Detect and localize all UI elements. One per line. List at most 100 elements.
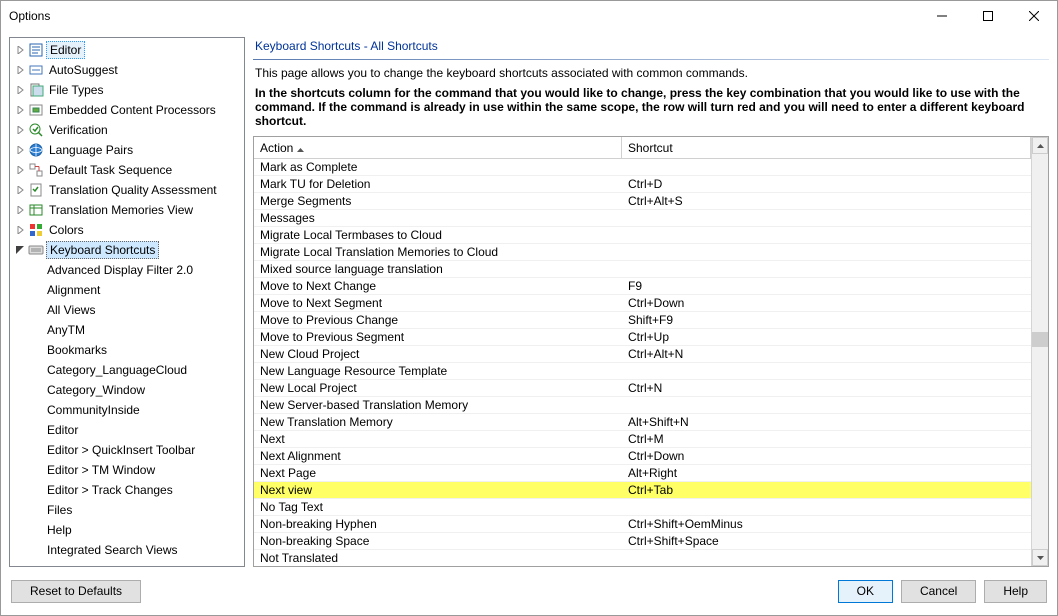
category-tree[interactable]: EditorAutoSuggestFile TypesEmbedded Cont… <box>9 37 245 567</box>
cell-shortcut[interactable]: Ctrl+Alt+S <box>622 194 1031 208</box>
minimize-button[interactable] <box>919 1 965 31</box>
tree-item[interactable]: Colors <box>10 220 244 240</box>
tree-subitem-label: AnyTM <box>44 322 88 338</box>
table-row[interactable]: New Local ProjectCtrl+N <box>254 380 1031 397</box>
tree-item[interactable]: Language Pairs <box>10 140 244 160</box>
close-button[interactable] <box>1011 1 1057 31</box>
filetypes-icon <box>28 82 44 98</box>
tree-item[interactable]: Keyboard Shortcuts <box>10 240 244 260</box>
cell-shortcut[interactable]: Shift+F9 <box>622 313 1031 327</box>
cell-shortcut[interactable]: Alt+Shift+N <box>622 415 1031 429</box>
table-row[interactable]: New Language Resource Template <box>254 363 1031 380</box>
vertical-scrollbar[interactable] <box>1031 137 1048 566</box>
chevron-right-icon[interactable] <box>14 44 26 56</box>
reset-defaults-button[interactable]: Reset to Defaults <box>11 580 141 603</box>
cell-shortcut[interactable]: Ctrl+M <box>622 432 1031 446</box>
table-row[interactable]: Merge SegmentsCtrl+Alt+S <box>254 193 1031 210</box>
table-row[interactable]: Next AlignmentCtrl+Down <box>254 448 1031 465</box>
table-row[interactable]: Next PageAlt+Right <box>254 465 1031 482</box>
column-header-shortcut[interactable]: Shortcut <box>622 137 1031 158</box>
tree-item[interactable]: Editor <box>10 40 244 60</box>
tree-item[interactable]: Default Task Sequence <box>10 160 244 180</box>
cell-shortcut[interactable]: Ctrl+Alt+N <box>622 347 1031 361</box>
tree-subitem-label: Editor > Track Changes <box>44 482 176 498</box>
cell-shortcut[interactable]: F9 <box>622 279 1031 293</box>
help-button[interactable]: Help <box>984 580 1047 603</box>
tree-item[interactable]: Embedded Content Processors <box>10 100 244 120</box>
table-row[interactable]: New Server-based Translation Memory <box>254 397 1031 414</box>
tree-subitem[interactable]: Editor > TM Window <box>10 460 244 480</box>
cell-action: New Translation Memory <box>254 415 622 429</box>
tree-item[interactable]: Verification <box>10 120 244 140</box>
tree-subitem[interactable]: Help <box>10 520 244 540</box>
tree-subitem[interactable]: Files <box>10 500 244 520</box>
tree-subitem[interactable]: Advanced Display Filter 2.0 <box>10 260 244 280</box>
table-row[interactable]: Mark as Complete <box>254 159 1031 176</box>
table-row[interactable]: Mixed source language translation <box>254 261 1031 278</box>
cell-shortcut[interactable]: Ctrl+Shift+Space <box>622 534 1031 548</box>
table-row[interactable]: NextCtrl+M <box>254 431 1031 448</box>
table-row[interactable]: Migrate Local Termbases to Cloud <box>254 227 1031 244</box>
tree-subitem[interactable]: Editor <box>10 420 244 440</box>
tree-subitem[interactable]: Integrated Search Views <box>10 540 244 560</box>
cell-shortcut[interactable]: Ctrl+Up <box>622 330 1031 344</box>
chevron-down-icon[interactable] <box>14 244 26 256</box>
chevron-right-icon[interactable] <box>14 204 26 216</box>
column-header-action[interactable]: Action <box>254 137 622 158</box>
chevron-right-icon[interactable] <box>14 64 26 76</box>
table-row[interactable]: Non-breaking HyphenCtrl+Shift+OemMinus <box>254 516 1031 533</box>
chevron-right-icon[interactable] <box>14 104 26 116</box>
tree-subitem[interactable]: All Views <box>10 300 244 320</box>
scroll-down-button[interactable] <box>1032 549 1048 566</box>
chevron-right-icon[interactable] <box>14 144 26 156</box>
tree-subitem[interactable]: AnyTM <box>10 320 244 340</box>
chevron-right-icon[interactable] <box>14 184 26 196</box>
scroll-thumb[interactable] <box>1032 332 1048 347</box>
table-row[interactable]: Messages <box>254 210 1031 227</box>
table-row[interactable]: Migrate Local Translation Memories to Cl… <box>254 244 1031 261</box>
cell-shortcut[interactable]: Ctrl+D <box>622 177 1031 191</box>
tree-item[interactable]: AutoSuggest <box>10 60 244 80</box>
table-row[interactable]: Move to Previous SegmentCtrl+Up <box>254 329 1031 346</box>
cell-action: Migrate Local Termbases to Cloud <box>254 228 622 242</box>
maximize-button[interactable] <box>965 1 1011 31</box>
table-row[interactable]: Non-breaking SpaceCtrl+Shift+Space <box>254 533 1031 550</box>
chevron-right-icon[interactable] <box>14 164 26 176</box>
cell-action: New Cloud Project <box>254 347 622 361</box>
ok-button[interactable]: OK <box>838 580 893 603</box>
table-row[interactable]: Move to Previous ChangeShift+F9 <box>254 312 1031 329</box>
tree-item[interactable]: File Types <box>10 80 244 100</box>
tree-subitem[interactable]: Alignment <box>10 280 244 300</box>
tree-item[interactable]: Translation Quality Assessment <box>10 180 244 200</box>
tree-subitem[interactable]: Editor > QuickInsert Toolbar <box>10 440 244 460</box>
tree-subitem[interactable]: CommunityInside <box>10 400 244 420</box>
tree-subitem[interactable]: Category_LanguageCloud <box>10 360 244 380</box>
table-row[interactable]: Next viewCtrl+Tab <box>254 482 1031 499</box>
tree-subitem[interactable]: Editor > Track Changes <box>10 480 244 500</box>
cell-shortcut[interactable]: Ctrl+Shift+OemMinus <box>622 517 1031 531</box>
table-row[interactable]: Not Translated <box>254 550 1031 566</box>
table-row[interactable]: Move to Next SegmentCtrl+Down <box>254 295 1031 312</box>
scroll-track[interactable] <box>1032 154 1048 549</box>
table-row[interactable]: Move to Next ChangeF9 <box>254 278 1031 295</box>
cell-shortcut[interactable]: Alt+Right <box>622 466 1031 480</box>
cell-shortcut[interactable]: Ctrl+Down <box>622 449 1031 463</box>
table-row[interactable]: Mark TU for DeletionCtrl+D <box>254 176 1031 193</box>
shortcut-grid: Action Shortcut Mark as CompleteMark TU … <box>253 136 1049 567</box>
cancel-button[interactable]: Cancel <box>901 580 976 603</box>
tree-item-label: Translation Quality Assessment <box>46 182 220 198</box>
chevron-right-icon[interactable] <box>14 84 26 96</box>
tree-subitem[interactable]: Bookmarks <box>10 340 244 360</box>
cell-shortcut[interactable]: Ctrl+Down <box>622 296 1031 310</box>
cell-shortcut[interactable]: Ctrl+Tab <box>622 483 1031 497</box>
tree-subitem[interactable]: Category_Window <box>10 380 244 400</box>
chevron-right-icon[interactable] <box>14 224 26 236</box>
cell-shortcut[interactable]: Ctrl+N <box>622 381 1031 395</box>
right-buttons: OK Cancel Help <box>838 580 1047 603</box>
scroll-up-button[interactable] <box>1032 137 1048 154</box>
table-row[interactable]: New Cloud ProjectCtrl+Alt+N <box>254 346 1031 363</box>
table-row[interactable]: No Tag Text <box>254 499 1031 516</box>
tree-item[interactable]: Translation Memories View <box>10 200 244 220</box>
chevron-right-icon[interactable] <box>14 124 26 136</box>
table-row[interactable]: New Translation MemoryAlt+Shift+N <box>254 414 1031 431</box>
